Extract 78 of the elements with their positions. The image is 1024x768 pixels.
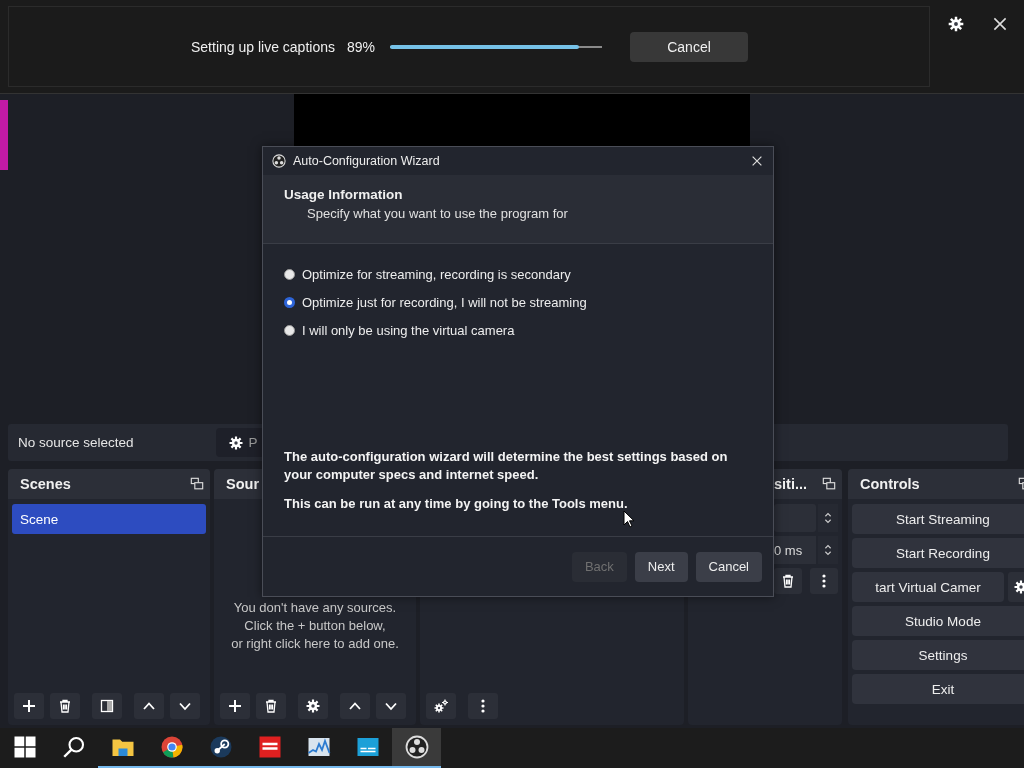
app-logo-icon <box>272 154 286 168</box>
status-text: Setting up live captions <box>191 38 335 55</box>
filter-button[interactable] <box>92 693 122 719</box>
plus-icon <box>21 698 37 714</box>
move-down-button[interactable] <box>170 693 200 719</box>
screen-icon <box>355 735 380 759</box>
scene-item[interactable]: Scene <box>12 504 206 534</box>
spin-button[interactable] <box>818 536 838 564</box>
option-label[interactable]: Optimize just for recording, I will not be streaming <box>302 294 587 310</box>
radio-button[interactable] <box>284 324 295 336</box>
settings-icon <box>947 15 965 33</box>
empty-message: Click the + button below, <box>243 617 387 635</box>
dialog-button[interactable]: Next <box>634 551 688 582</box>
control-button[interactable]: tart Virtual Camer <box>852 572 1004 602</box>
mouse-pointer-icon <box>623 510 635 528</box>
close-icon <box>991 15 1009 33</box>
piston-logo-icon <box>208 735 233 759</box>
search-icon <box>61 735 86 759</box>
spin-button[interactable] <box>818 504 838 532</box>
panel-title: siti... <box>774 476 808 492</box>
duration-value: 0 ms <box>774 542 803 558</box>
square-logo-icon <box>257 735 282 759</box>
section-heading: Usage Information <box>284 187 404 202</box>
control-button[interactable]: Studio Mode <box>852 606 1024 636</box>
panel-title: Sour <box>226 476 260 492</box>
control-button[interactable]: Start Recording <box>852 538 1024 568</box>
remove-button[interactable] <box>50 693 80 719</box>
settings-button[interactable] <box>946 14 966 34</box>
windows-icon <box>190 477 204 491</box>
add-button[interactable] <box>220 693 250 719</box>
panel-title: Scenes <box>20 476 71 492</box>
advanced-settings-button[interactable] <box>426 693 456 719</box>
circle-logo-icon <box>159 735 184 759</box>
window-title: Auto-Configuration Wizard <box>293 154 441 168</box>
taskbar-app[interactable] <box>392 728 441 768</box>
radio-button[interactable] <box>284 268 295 280</box>
dialog-button[interactable]: Cancel <box>695 551 762 582</box>
properties-button[interactable] <box>298 693 328 719</box>
control-button[interactable]: Exit <box>852 674 1024 704</box>
gear-icon <box>227 434 244 451</box>
gears-icon <box>433 698 449 714</box>
percent-text: 89% <box>347 38 375 55</box>
move-down-button[interactable] <box>376 693 406 719</box>
cancel-button[interactable]: Cancel <box>630 31 748 62</box>
move-up-button[interactable] <box>340 693 370 719</box>
accent-strip <box>0 100 8 170</box>
windows-logo-icon <box>12 735 37 759</box>
remove-button[interactable] <box>774 568 802 594</box>
empty-message: or right click here to add one. <box>230 635 400 653</box>
panel-title: Controls <box>860 476 920 492</box>
add-button[interactable] <box>14 693 44 719</box>
trash-icon <box>263 698 279 714</box>
windows-icon <box>822 477 836 491</box>
option-label[interactable]: I will only be using the virtual camera <box>302 322 515 338</box>
control-button[interactable]: Settings <box>852 640 1024 670</box>
option-label[interactable]: Optimize for streaming, recording is secondary <box>302 266 571 282</box>
status-text: No source selected <box>18 435 134 450</box>
section-description: Specify what you want to use the program for <box>307 206 569 221</box>
control-button[interactable]: Start Streaming <box>852 504 1024 534</box>
remove-button[interactable] <box>256 693 286 719</box>
duration-field[interactable]: 0 ms <box>774 536 816 564</box>
chart-icon <box>306 735 331 759</box>
undock-button[interactable] <box>190 477 204 491</box>
gradient-square-icon <box>99 698 115 714</box>
more-button[interactable] <box>468 693 498 719</box>
trash-icon <box>57 698 73 714</box>
close-icon <box>750 154 764 168</box>
plus-icon <box>227 698 243 714</box>
more-button[interactable] <box>810 568 838 594</box>
trash-icon <box>780 573 796 589</box>
info-text: This can be run at any time by going to the Tools menu. <box>284 495 629 513</box>
radio-button[interactable] <box>284 296 295 308</box>
undock-button[interactable] <box>822 477 836 491</box>
empty-message: You don't have any sources. <box>232 599 398 617</box>
move-up-button[interactable] <box>134 693 164 719</box>
info-text: The auto-configuration wizard will determine the best settings based on your computer specs and internet speed. <box>284 448 729 484</box>
circle-logo-icon <box>404 735 429 759</box>
gear-icon <box>305 698 321 714</box>
